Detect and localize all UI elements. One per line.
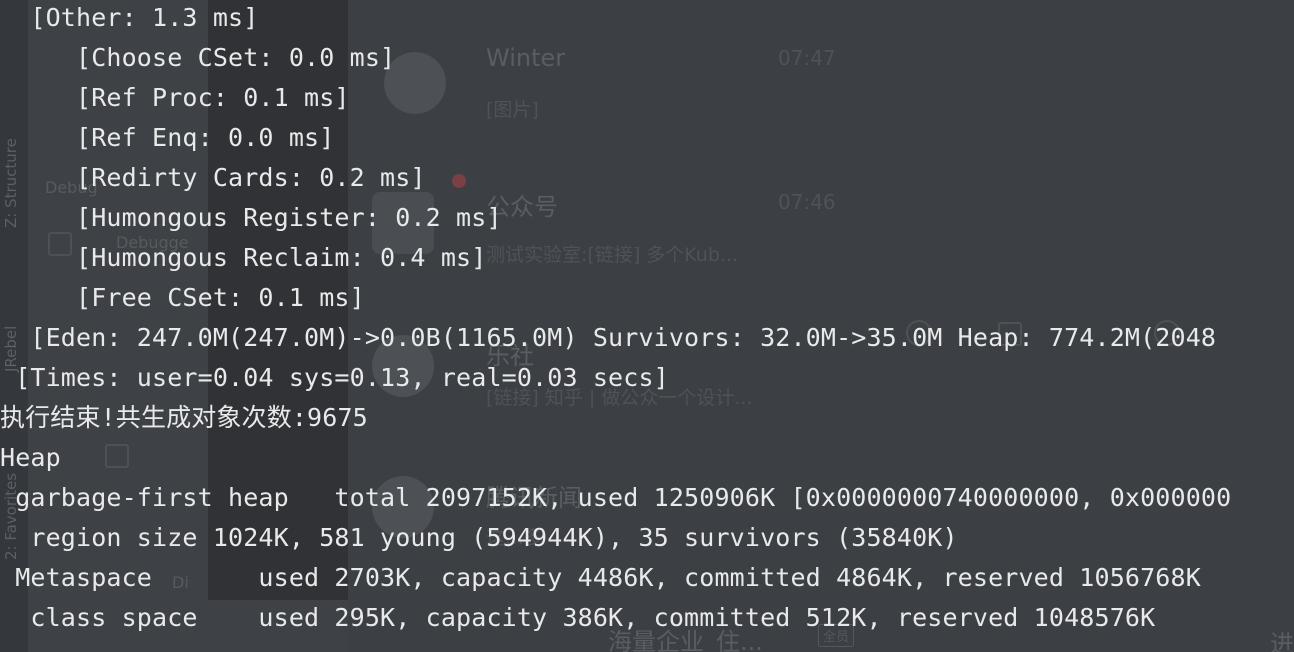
- log-line-ref-enq: [Ref Enq: 0.0 ms]: [0, 123, 335, 152]
- log-line-g1-heap: garbage-first heap total 2097152K, used …: [0, 483, 1232, 512]
- log-line-redirty-cards: [Redirty Cards: 0.2 ms]: [0, 163, 426, 192]
- log-line-humongous-register: [Humongous Register: 0.2 ms]: [0, 203, 502, 232]
- log-line-heap: Heap: [0, 443, 61, 472]
- log-line-result: 执行结束!共生成对象次数:9675: [0, 403, 368, 432]
- log-line-times: [Times: user=0.04 sys=0.13, real=0.03 se…: [0, 363, 669, 392]
- log-line-other: [Other: 1.3 ms]: [0, 3, 259, 32]
- screen: Z: Structure JRebel 2: Favorites Debug D…: [0, 0, 1294, 652]
- log-line-region-size: region size 1024K, 581 young (594944K), …: [0, 523, 958, 552]
- log-line-free-cset: [Free CSet: 0.1 ms]: [0, 283, 365, 312]
- log-line-class-space: class space used 295K, capacity 386K, co…: [0, 603, 1156, 632]
- log-line-eden: [Eden: 247.0M(247.0M)->0.0B(1165.0M) Sur…: [0, 323, 1217, 352]
- log-line-humongous-reclaim: [Humongous Reclaim: 0.4 ms]: [0, 243, 487, 272]
- console-output[interactable]: [Other: 1.3 ms] [Choose CSet: 0.0 ms] [R…: [0, 0, 1294, 652]
- log-line-choose-cset: [Choose CSet: 0.0 ms]: [0, 43, 396, 72]
- log-line-metaspace: Metaspace used 2703K, capacity 4486K, co…: [0, 563, 1201, 592]
- log-line-ref-proc: [Ref Proc: 0.1 ms]: [0, 83, 350, 112]
